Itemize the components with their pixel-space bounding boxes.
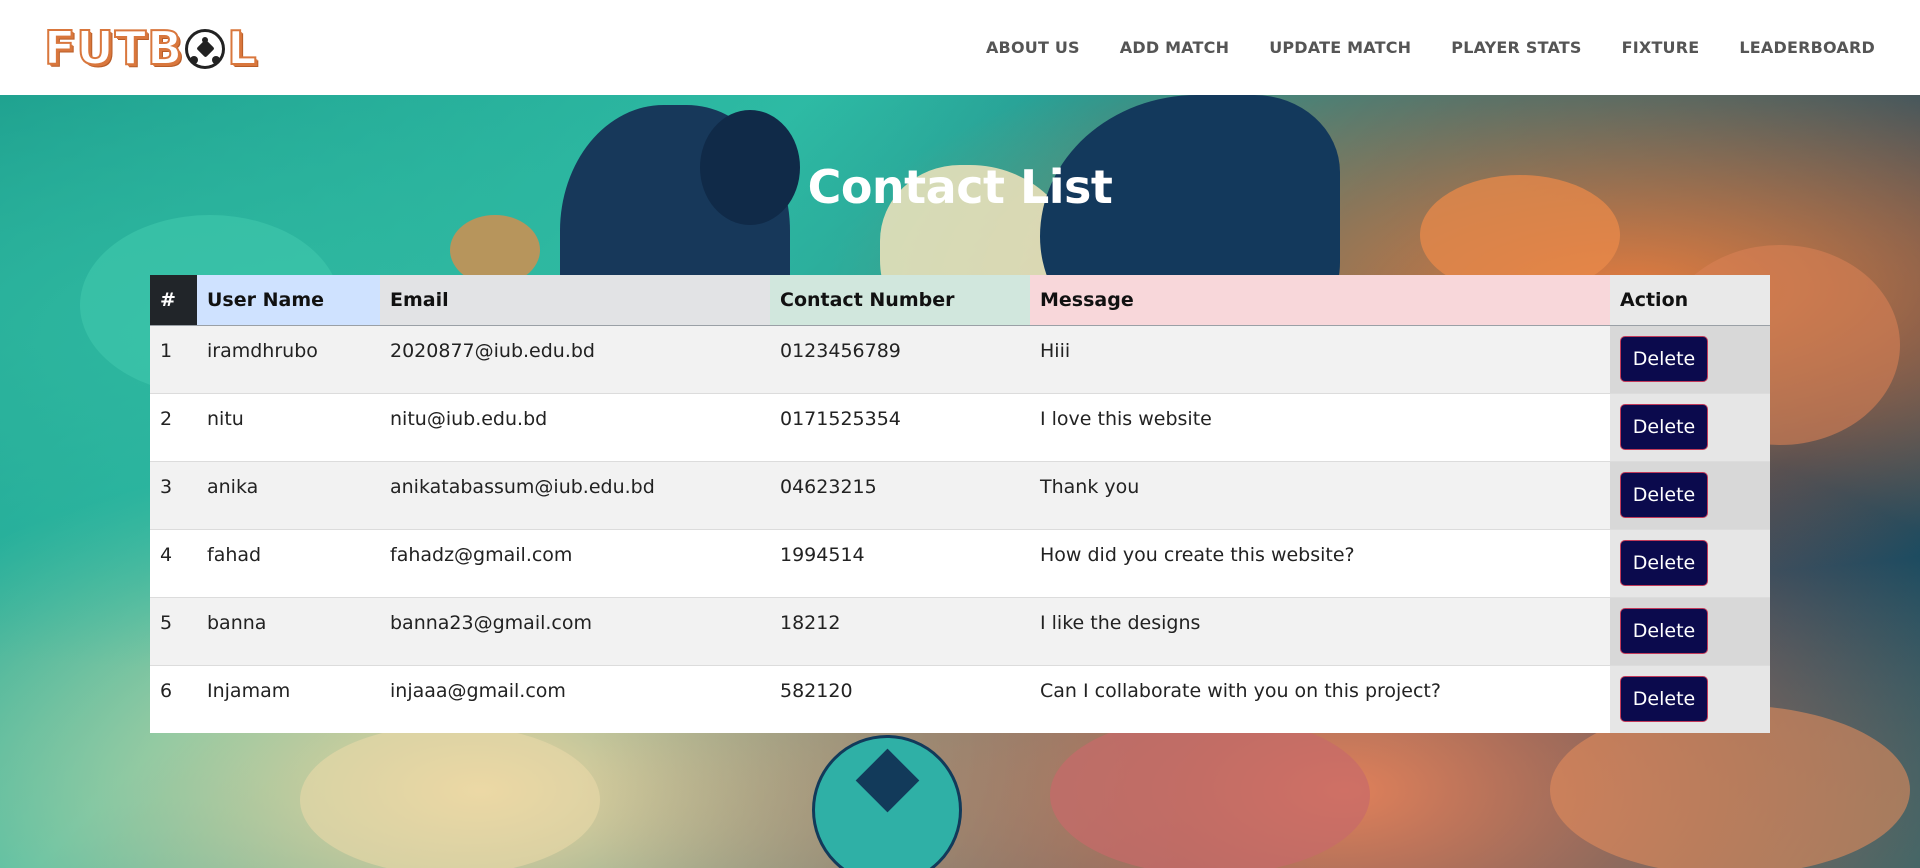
- cell-user: Injamam: [197, 665, 380, 733]
- page-title: Contact List: [807, 160, 1113, 214]
- cell-num: 4: [150, 529, 197, 598]
- logo-text-left: FUTB: [43, 20, 184, 76]
- cell-contact: 1994514: [770, 529, 1030, 598]
- delete-button[interactable]: Delete: [1620, 607, 1708, 654]
- cell-num: 3: [150, 461, 197, 530]
- contact-table: # User Name Email Contact Number Message…: [150, 275, 1770, 733]
- paint-splash: [1050, 715, 1370, 868]
- nav-about-us[interactable]: ABOUT US: [986, 38, 1080, 57]
- cell-email: fahadz@gmail.com: [380, 529, 770, 598]
- cell-message: I love this website: [1030, 393, 1610, 462]
- cell-message: How did you create this website?: [1030, 529, 1610, 598]
- table-row: 6 Injamam injaaa@gmail.com 582120 Can I …: [150, 665, 1770, 733]
- cell-email: 2020877@iub.edu.bd: [380, 325, 770, 394]
- cell-message: I like the designs: [1030, 597, 1610, 666]
- table-row: 1 iramdhrubo 2020877@iub.edu.bd 01234567…: [150, 325, 1770, 394]
- header-action: Action: [1610, 275, 1770, 326]
- cell-email: injaaa@gmail.com: [380, 665, 770, 733]
- nav-fixture[interactable]: FIXTURE: [1622, 38, 1700, 57]
- delete-button[interactable]: Delete: [1620, 335, 1708, 382]
- cell-user: anika: [197, 461, 380, 530]
- navbar: FUTB L ABOUT US ADD MATCH UPDATE MATCH P…: [0, 0, 1920, 95]
- nav-links: ABOUT US ADD MATCH UPDATE MATCH PLAYER S…: [946, 38, 1875, 57]
- cell-contact: 582120: [770, 665, 1030, 733]
- cell-num: 5: [150, 597, 197, 666]
- logo-text-right: L: [226, 20, 258, 76]
- table-row: 2 nitu nitu@iub.edu.bd 0171525354 I love…: [150, 393, 1770, 462]
- table-row: 5 banna banna23@gmail.com 18212 I like t…: [150, 597, 1770, 666]
- cell-message: Hiii: [1030, 325, 1610, 394]
- table-row: 4 fahad fahadz@gmail.com 1994514 How did…: [150, 529, 1770, 598]
- soccer-ball-icon: [185, 28, 226, 69]
- cell-action: Delete: [1610, 325, 1770, 394]
- cell-contact: 04623215: [770, 461, 1030, 530]
- cell-num: 6: [150, 665, 197, 733]
- table-row: 3 anika anikatabassum@iub.edu.bd 0462321…: [150, 461, 1770, 530]
- header-user-name: User Name: [197, 275, 380, 326]
- cell-contact: 18212: [770, 597, 1030, 666]
- nav-update-match[interactable]: UPDATE MATCH: [1269, 38, 1411, 57]
- cell-action: Delete: [1610, 529, 1770, 598]
- cell-contact: 0123456789: [770, 325, 1030, 394]
- table-header-row: # User Name Email Contact Number Message…: [150, 275, 1770, 326]
- cell-user: iramdhrubo: [197, 325, 380, 394]
- nav-player-stats[interactable]: PLAYER STATS: [1451, 38, 1581, 57]
- cell-num: 2: [150, 393, 197, 462]
- cell-user: fahad: [197, 529, 380, 598]
- brand-logo[interactable]: FUTB L: [43, 20, 258, 76]
- header-num: #: [150, 275, 197, 326]
- cell-action: Delete: [1610, 461, 1770, 530]
- cell-email: nitu@iub.edu.bd: [380, 393, 770, 462]
- nav-add-match[interactable]: ADD MATCH: [1120, 38, 1229, 57]
- cell-contact: 0171525354: [770, 393, 1030, 462]
- delete-button[interactable]: Delete: [1620, 471, 1708, 518]
- delete-button[interactable]: Delete: [1620, 675, 1708, 722]
- cell-action: Delete: [1610, 393, 1770, 462]
- soccer-ball-image: [812, 735, 962, 868]
- cell-action: Delete: [1610, 665, 1770, 733]
- cell-email: banna23@gmail.com: [380, 597, 770, 666]
- delete-button[interactable]: Delete: [1620, 403, 1708, 450]
- header-contact-number: Contact Number: [770, 275, 1030, 326]
- cell-user: nitu: [197, 393, 380, 462]
- paint-splash: [300, 725, 600, 868]
- header-message: Message: [1030, 275, 1610, 326]
- delete-button[interactable]: Delete: [1620, 539, 1708, 586]
- header-email: Email: [380, 275, 770, 326]
- cell-user: banna: [197, 597, 380, 666]
- cell-message: Can I collaborate with you on this proje…: [1030, 665, 1610, 733]
- nav-leaderboard[interactable]: LEADERBOARD: [1739, 38, 1875, 57]
- cell-num: 1: [150, 325, 197, 394]
- cell-action: Delete: [1610, 597, 1770, 666]
- cell-email: anikatabassum@iub.edu.bd: [380, 461, 770, 530]
- cell-message: Thank you: [1030, 461, 1610, 530]
